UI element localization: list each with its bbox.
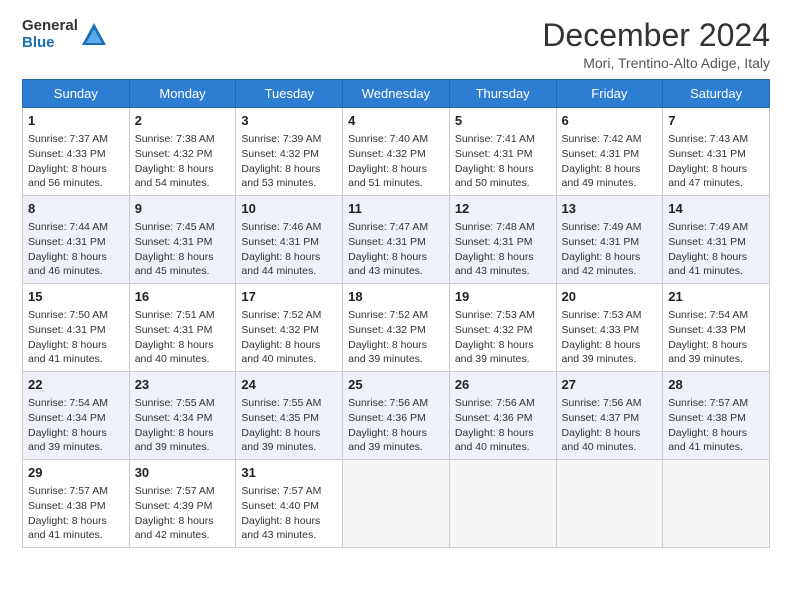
col-sunday: Sunday bbox=[23, 80, 130, 108]
table-row: 29Sunrise: 7:57 AMSunset: 4:38 PMDayligh… bbox=[23, 459, 130, 547]
table-row: 8Sunrise: 7:44 AMSunset: 4:31 PMDaylight… bbox=[23, 196, 130, 284]
logo-general: General bbox=[22, 18, 78, 35]
logo-blue: Blue bbox=[22, 35, 78, 52]
title-block: December 2024 Mori, Trentino-Alto Adige,… bbox=[542, 18, 770, 71]
table-row: 9Sunrise: 7:45 AMSunset: 4:31 PMDaylight… bbox=[129, 196, 236, 284]
table-row bbox=[556, 459, 663, 547]
table-row bbox=[663, 459, 770, 547]
table-row: 27Sunrise: 7:56 AMSunset: 4:37 PMDayligh… bbox=[556, 372, 663, 460]
table-row: 12Sunrise: 7:48 AMSunset: 4:31 PMDayligh… bbox=[449, 196, 556, 284]
col-tuesday: Tuesday bbox=[236, 80, 343, 108]
table-row bbox=[449, 459, 556, 547]
calendar-header-row: Sunday Monday Tuesday Wednesday Thursday… bbox=[23, 80, 770, 108]
table-row: 17Sunrise: 7:52 AMSunset: 4:32 PMDayligh… bbox=[236, 284, 343, 372]
table-row: 7Sunrise: 7:43 AMSunset: 4:31 PMDaylight… bbox=[663, 108, 770, 196]
col-saturday: Saturday bbox=[663, 80, 770, 108]
location: Mori, Trentino-Alto Adige, Italy bbox=[542, 55, 770, 71]
table-row: 16Sunrise: 7:51 AMSunset: 4:31 PMDayligh… bbox=[129, 284, 236, 372]
month-title: December 2024 bbox=[542, 18, 770, 53]
col-monday: Monday bbox=[129, 80, 236, 108]
table-row: 2Sunrise: 7:38 AMSunset: 4:32 PMDaylight… bbox=[129, 108, 236, 196]
table-row: 21Sunrise: 7:54 AMSunset: 4:33 PMDayligh… bbox=[663, 284, 770, 372]
table-row: 1Sunrise: 7:37 AMSunset: 4:33 PMDaylight… bbox=[23, 108, 130, 196]
table-row: 22Sunrise: 7:54 AMSunset: 4:34 PMDayligh… bbox=[23, 372, 130, 460]
table-row: 3Sunrise: 7:39 AMSunset: 4:32 PMDaylight… bbox=[236, 108, 343, 196]
table-row: 5Sunrise: 7:41 AMSunset: 4:31 PMDaylight… bbox=[449, 108, 556, 196]
table-row bbox=[343, 459, 450, 547]
table-row: 28Sunrise: 7:57 AMSunset: 4:38 PMDayligh… bbox=[663, 372, 770, 460]
table-row: 20Sunrise: 7:53 AMSunset: 4:33 PMDayligh… bbox=[556, 284, 663, 372]
table-row: 11Sunrise: 7:47 AMSunset: 4:31 PMDayligh… bbox=[343, 196, 450, 284]
table-row: 13Sunrise: 7:49 AMSunset: 4:31 PMDayligh… bbox=[556, 196, 663, 284]
table-row: 15Sunrise: 7:50 AMSunset: 4:31 PMDayligh… bbox=[23, 284, 130, 372]
table-row: 25Sunrise: 7:56 AMSunset: 4:36 PMDayligh… bbox=[343, 372, 450, 460]
header: General Blue December 2024 Mori, Trentin… bbox=[22, 18, 770, 71]
table-row: 24Sunrise: 7:55 AMSunset: 4:35 PMDayligh… bbox=[236, 372, 343, 460]
table-row: 19Sunrise: 7:53 AMSunset: 4:32 PMDayligh… bbox=[449, 284, 556, 372]
logo-icon bbox=[80, 21, 108, 49]
calendar-table: Sunday Monday Tuesday Wednesday Thursday… bbox=[22, 79, 770, 548]
table-row: 26Sunrise: 7:56 AMSunset: 4:36 PMDayligh… bbox=[449, 372, 556, 460]
col-friday: Friday bbox=[556, 80, 663, 108]
table-row: 14Sunrise: 7:49 AMSunset: 4:31 PMDayligh… bbox=[663, 196, 770, 284]
col-wednesday: Wednesday bbox=[343, 80, 450, 108]
logo: General Blue bbox=[22, 18, 108, 51]
table-row: 23Sunrise: 7:55 AMSunset: 4:34 PMDayligh… bbox=[129, 372, 236, 460]
table-row: 18Sunrise: 7:52 AMSunset: 4:32 PMDayligh… bbox=[343, 284, 450, 372]
table-row: 31Sunrise: 7:57 AMSunset: 4:40 PMDayligh… bbox=[236, 459, 343, 547]
page: General Blue December 2024 Mori, Trentin… bbox=[0, 0, 792, 612]
table-row: 6Sunrise: 7:42 AMSunset: 4:31 PMDaylight… bbox=[556, 108, 663, 196]
table-row: 4Sunrise: 7:40 AMSunset: 4:32 PMDaylight… bbox=[343, 108, 450, 196]
table-row: 10Sunrise: 7:46 AMSunset: 4:31 PMDayligh… bbox=[236, 196, 343, 284]
table-row: 30Sunrise: 7:57 AMSunset: 4:39 PMDayligh… bbox=[129, 459, 236, 547]
col-thursday: Thursday bbox=[449, 80, 556, 108]
